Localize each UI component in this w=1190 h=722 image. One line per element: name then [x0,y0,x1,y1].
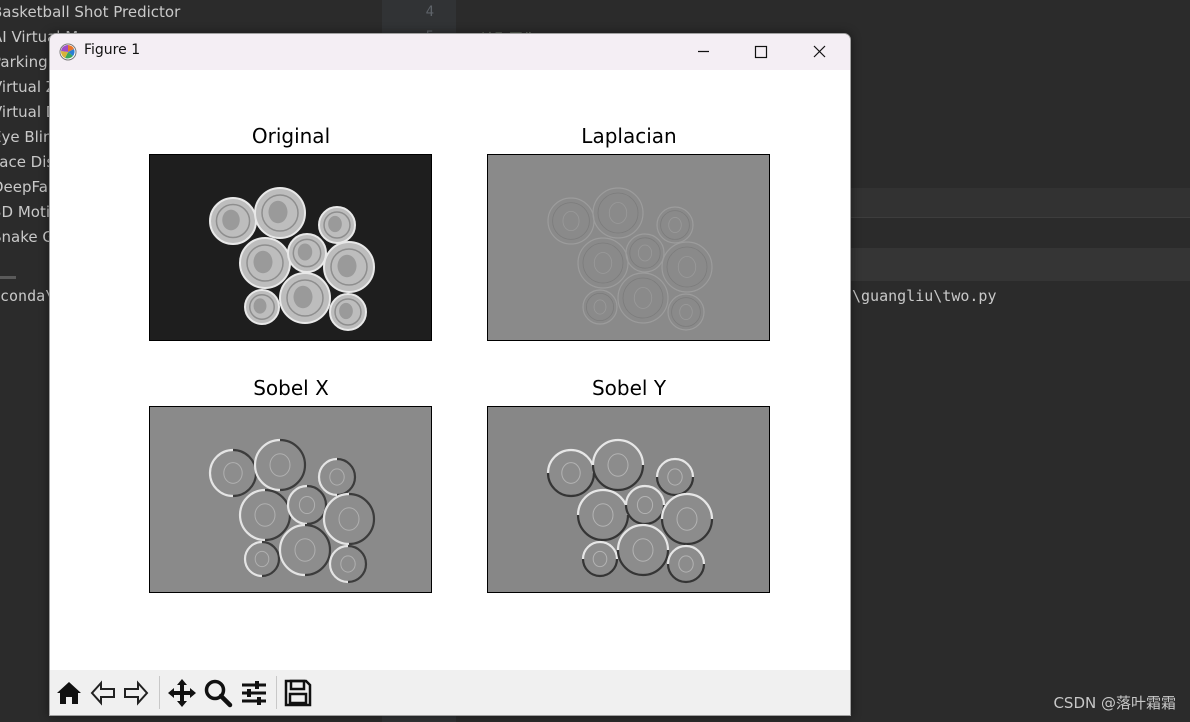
figure-canvas[interactable]: Original Laplacian Sobel X Sobel Y [50,70,850,670]
console-path-right: \guangliu\two.py [852,287,997,305]
laplacian-image [488,155,769,340]
coin [279,272,331,324]
forward-icon[interactable] [120,677,152,709]
axes-sobel-x[interactable] [149,406,432,593]
title-bar[interactable]: Figure 1 [50,34,850,70]
coin [546,448,596,498]
subplot-title-sobel-y: Sobel Y [591,376,667,400]
coin [278,523,332,577]
navigation-toolbar [50,670,850,715]
coin [286,484,328,526]
close-button[interactable] [790,34,848,70]
console-header [849,248,1190,281]
coin [655,457,695,497]
coin [624,484,666,526]
coin [317,457,357,497]
coin [329,293,367,331]
coin [328,544,368,584]
coin [253,438,307,492]
coin [323,241,375,293]
project-item[interactable]: Basketball Shot Predictor [0,0,382,25]
axes-sobel-y[interactable] [487,406,770,593]
coin [238,488,292,542]
configure-subplots-icon[interactable] [238,677,270,709]
coin [616,523,670,577]
sobel-y-image [488,407,769,592]
pan-icon[interactable] [166,677,198,709]
maximize-button[interactable] [732,34,790,70]
line-number: 4 [425,4,434,20]
window-title: Figure 1 [84,42,141,58]
zoom-icon[interactable] [202,677,234,709]
subplot-title-laplacian: Laplacian [581,124,677,148]
console-path-left: conda\ [0,287,55,305]
figure-window[interactable]: Figure 1 Original Laplacian Sobel X Sobe… [49,33,851,716]
maximize-icon [754,45,768,59]
coin [244,289,280,325]
home-icon[interactable] [53,677,85,709]
axes-laplacian[interactable] [487,154,770,341]
matplotlib-icon [59,43,77,61]
back-icon[interactable] [87,677,119,709]
subplot-title-original: Original [251,124,331,148]
coin [576,488,630,542]
axes-original[interactable] [149,154,432,341]
coin [208,448,258,498]
close-icon [813,45,826,58]
toolbar-separator [276,676,277,709]
coin [254,187,306,239]
coin [660,492,714,546]
minimize-icon [698,50,709,53]
coin [287,233,327,273]
sobel-x-image [150,407,431,592]
subplot-title-sobel-x: Sobel X [253,376,329,400]
original-image [150,155,431,340]
coin [318,206,356,244]
coin [322,492,376,546]
coin [666,544,706,584]
coin [243,540,281,578]
horizontal-scrollbar[interactable] [0,276,16,279]
coin [209,197,257,245]
divider [849,217,1190,218]
minimize-button[interactable] [674,34,732,70]
watermark: CSDN @落叶霜霜 [1053,694,1176,712]
coin [581,540,619,578]
save-icon[interactable] [282,677,314,709]
toolbar-separator [159,676,160,709]
coin [591,438,645,492]
coin [239,237,291,289]
editor-band [849,188,1190,217]
